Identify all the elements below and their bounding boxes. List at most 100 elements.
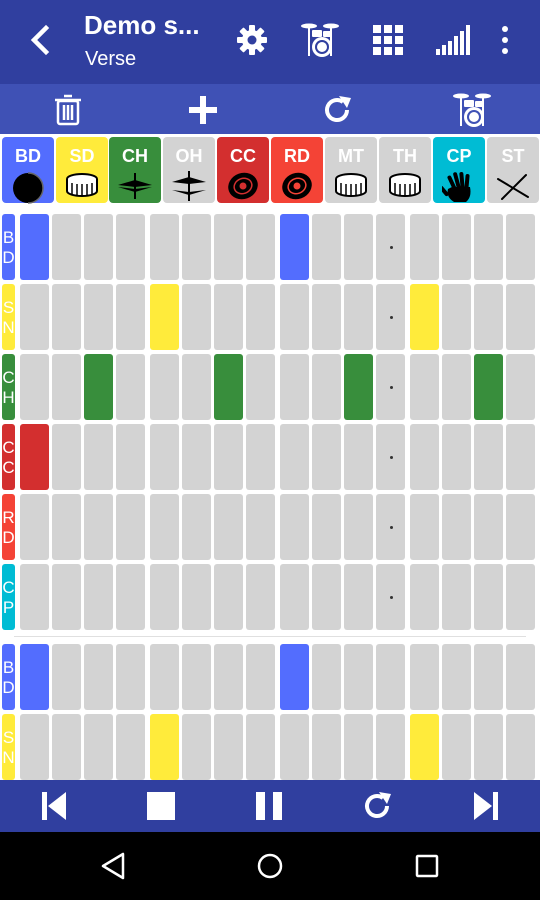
drum-kit-button[interactable] — [300, 22, 340, 58]
step-cell[interactable] — [410, 564, 439, 630]
step-cell[interactable] — [376, 284, 405, 350]
track-label-sn[interactable]: SN — [2, 284, 15, 350]
step-cell[interactable] — [344, 644, 373, 710]
step-cell[interactable] — [20, 494, 49, 560]
step-cell[interactable] — [474, 714, 503, 780]
pause-button[interactable] — [249, 786, 289, 826]
step-cell[interactable] — [376, 354, 405, 420]
instrument-th[interactable]: TH — [379, 137, 431, 203]
nav-recents-button[interactable] — [407, 846, 447, 886]
step-cell[interactable] — [280, 424, 309, 490]
instrument-cp[interactable]: CP — [433, 137, 485, 203]
step-cell[interactable] — [312, 214, 341, 280]
step-cell[interactable] — [442, 214, 471, 280]
step-cell[interactable] — [312, 424, 341, 490]
step-cell[interactable] — [506, 644, 535, 710]
step-cell[interactable] — [280, 214, 309, 280]
step-cell[interactable] — [344, 714, 373, 780]
step-cell[interactable] — [506, 564, 535, 630]
step-cell[interactable] — [182, 214, 211, 280]
step-cell[interactable] — [442, 284, 471, 350]
kit-select-button[interactable] — [452, 90, 492, 130]
step-cell[interactable] — [246, 214, 275, 280]
step-cell[interactable] — [442, 494, 471, 560]
step-cell[interactable] — [506, 284, 535, 350]
step-cell[interactable] — [84, 714, 113, 780]
delete-button[interactable] — [48, 90, 88, 130]
step-cell[interactable] — [442, 714, 471, 780]
step-cell[interactable] — [52, 564, 81, 630]
step-cell[interactable] — [442, 424, 471, 490]
step-cell[interactable] — [246, 714, 275, 780]
instrument-st[interactable]: ST — [487, 137, 539, 203]
skip-next-button[interactable] — [466, 786, 506, 826]
step-cell[interactable] — [312, 284, 341, 350]
step-cell[interactable] — [280, 714, 309, 780]
step-cell[interactable] — [214, 424, 243, 490]
step-cell[interactable] — [474, 284, 503, 350]
step-cell[interactable] — [506, 424, 535, 490]
instrument-rd[interactable]: RD — [271, 137, 323, 203]
step-cell[interactable] — [312, 494, 341, 560]
instrument-ch[interactable]: CH — [109, 137, 161, 203]
step-cell[interactable] — [474, 214, 503, 280]
step-cell[interactable] — [344, 424, 373, 490]
step-cell[interactable] — [20, 354, 49, 420]
repeat-button[interactable] — [317, 90, 357, 130]
step-cell[interactable] — [52, 424, 81, 490]
step-cell[interactable] — [376, 214, 405, 280]
step-cell[interactable] — [410, 424, 439, 490]
step-cell[interactable] — [506, 714, 535, 780]
step-cell[interactable] — [376, 564, 405, 630]
step-cell[interactable] — [376, 424, 405, 490]
step-cell[interactable] — [312, 714, 341, 780]
step-cell[interactable] — [246, 494, 275, 560]
step-cell[interactable] — [52, 494, 81, 560]
step-cell[interactable] — [182, 424, 211, 490]
step-cell[interactable] — [280, 284, 309, 350]
step-cell[interactable] — [506, 354, 535, 420]
step-cell[interactable] — [84, 564, 113, 630]
step-cell[interactable] — [312, 644, 341, 710]
instrument-sd[interactable]: SD — [56, 137, 108, 203]
step-cell[interactable] — [52, 284, 81, 350]
step-cell[interactable] — [246, 564, 275, 630]
step-cell[interactable] — [376, 644, 405, 710]
grid-view-button[interactable] — [370, 22, 406, 58]
step-cell[interactable] — [474, 494, 503, 560]
step-cell[interactable] — [280, 564, 309, 630]
signal-level-button[interactable] — [436, 22, 472, 58]
instrument-bd[interactable]: BD — [2, 137, 54, 204]
step-cell[interactable] — [116, 644, 145, 710]
step-cell[interactable] — [506, 494, 535, 560]
step-cell[interactable] — [20, 644, 49, 710]
step-cell[interactable] — [410, 284, 439, 350]
step-cell[interactable] — [116, 564, 145, 630]
step-cell[interactable] — [410, 494, 439, 560]
track-label-rd[interactable]: RD — [2, 494, 15, 560]
add-button[interactable] — [183, 90, 223, 130]
step-cell[interactable] — [344, 564, 373, 630]
step-cell[interactable] — [474, 644, 503, 710]
step-cell[interactable] — [150, 494, 179, 560]
step-cell[interactable] — [182, 354, 211, 420]
step-cell[interactable] — [116, 494, 145, 560]
step-cell[interactable] — [182, 644, 211, 710]
skip-previous-button[interactable] — [34, 786, 74, 826]
step-cell[interactable] — [116, 714, 145, 780]
step-cell[interactable] — [150, 284, 179, 350]
step-cell[interactable] — [116, 284, 145, 350]
step-cell[interactable] — [376, 714, 405, 780]
instrument-mt[interactable]: MT — [325, 137, 377, 203]
step-cell[interactable] — [214, 214, 243, 280]
step-cell[interactable] — [474, 564, 503, 630]
step-cell[interactable] — [246, 644, 275, 710]
step-cell[interactable] — [344, 494, 373, 560]
settings-button[interactable] — [234, 22, 270, 58]
track-label-sn[interactable]: SN — [2, 714, 15, 780]
nav-home-button[interactable] — [250, 846, 290, 886]
step-cell[interactable] — [214, 714, 243, 780]
step-cell[interactable] — [410, 214, 439, 280]
step-cell[interactable] — [20, 714, 49, 780]
step-cell[interactable] — [20, 214, 49, 280]
